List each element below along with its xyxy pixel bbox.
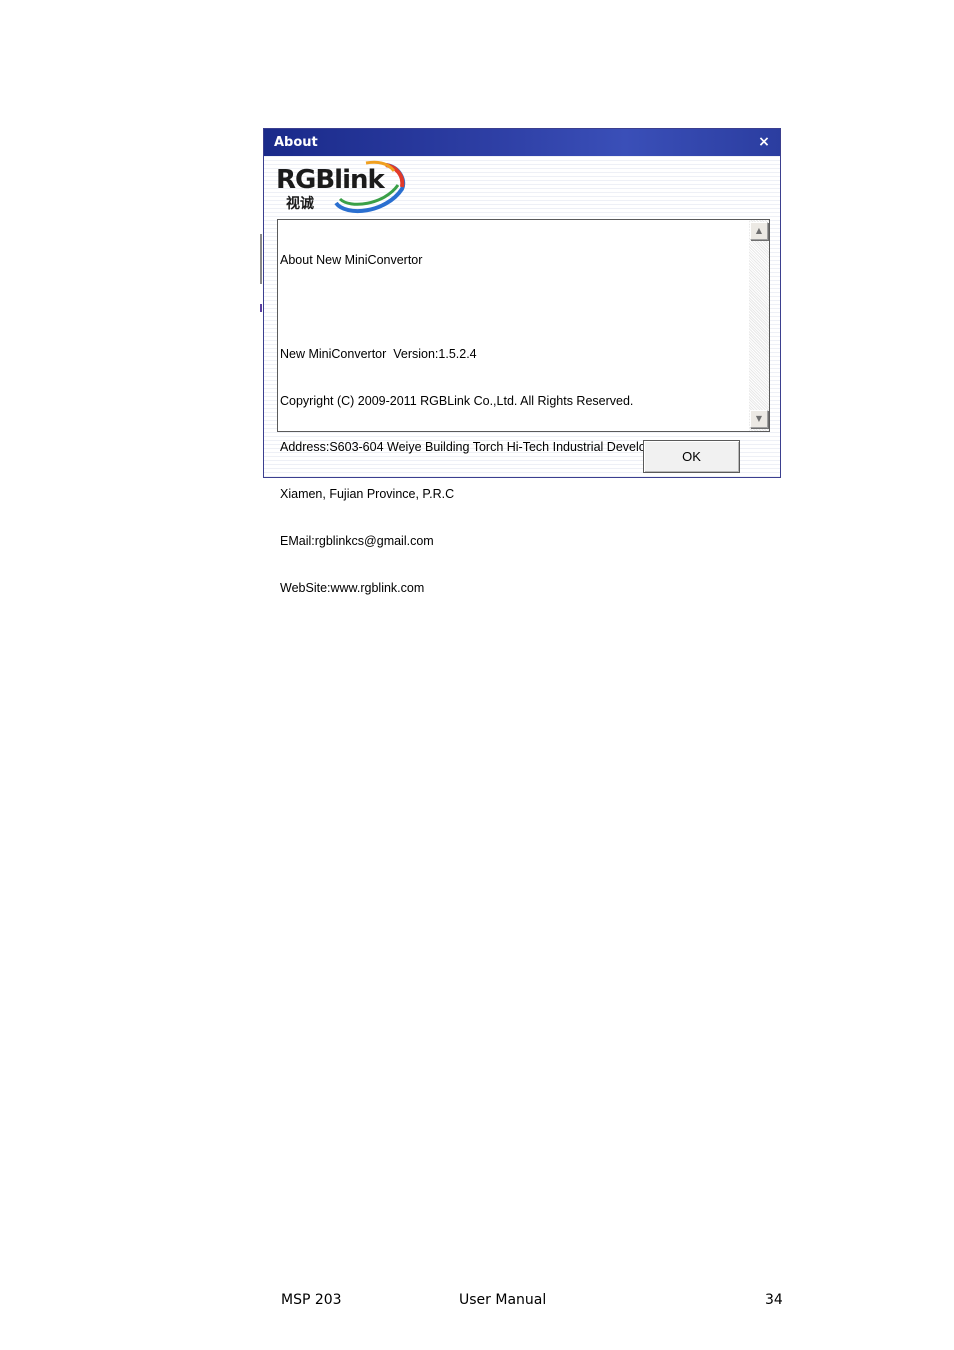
text-line: About New MiniConvertor — [280, 253, 423, 268]
rgblink-logo: RGBlink 视诚 — [276, 159, 406, 215]
title-bar[interactable]: About × — [264, 129, 780, 156]
scroll-up-arrow-icon[interactable]: ▲ — [750, 222, 768, 240]
footer-doc-title: User Manual — [459, 1292, 547, 1308]
text-line — [280, 300, 747, 316]
page-edge-marks — [260, 234, 262, 312]
scroll-down-arrow-icon[interactable]: ▼ — [750, 410, 768, 428]
about-text-area[interactable]: About New MiniConvertor New MiniConverto… — [277, 219, 770, 595]
text-line: Xiamen, Fujian Province, P.R.C — [280, 487, 455, 502]
vertical-scrollbar[interactable]: ▲ ▼ — [749, 220, 769, 431]
text-line: WebSite:www.rgblink.com — [280, 580, 425, 595]
footer-page-number: 34 — [765, 1292, 783, 1308]
ok-button[interactable]: OK — [643, 440, 740, 473]
logo-chinese-text: 视诚 — [286, 196, 314, 212]
logo-wordmark: RGBlink — [276, 165, 385, 195]
text-line: Copyright (C) 2009-2011 RGBLink Co.,Ltd.… — [280, 393, 634, 408]
about-text: About New MiniConvertor New MiniConverto… — [280, 222, 747, 594]
about-dialog: About × RGBlink 视诚 About New MiniConvert… — [263, 128, 781, 595]
dialog-title: About — [274, 135, 318, 150]
text-line: EMail:rgblinkcs@gmail.com — [280, 533, 434, 548]
text-line: New MiniConvertor Version:1.5.2.4 — [280, 346, 477, 361]
close-button[interactable]: × — [756, 133, 772, 151]
footer-product: MSP 203 — [281, 1292, 342, 1308]
